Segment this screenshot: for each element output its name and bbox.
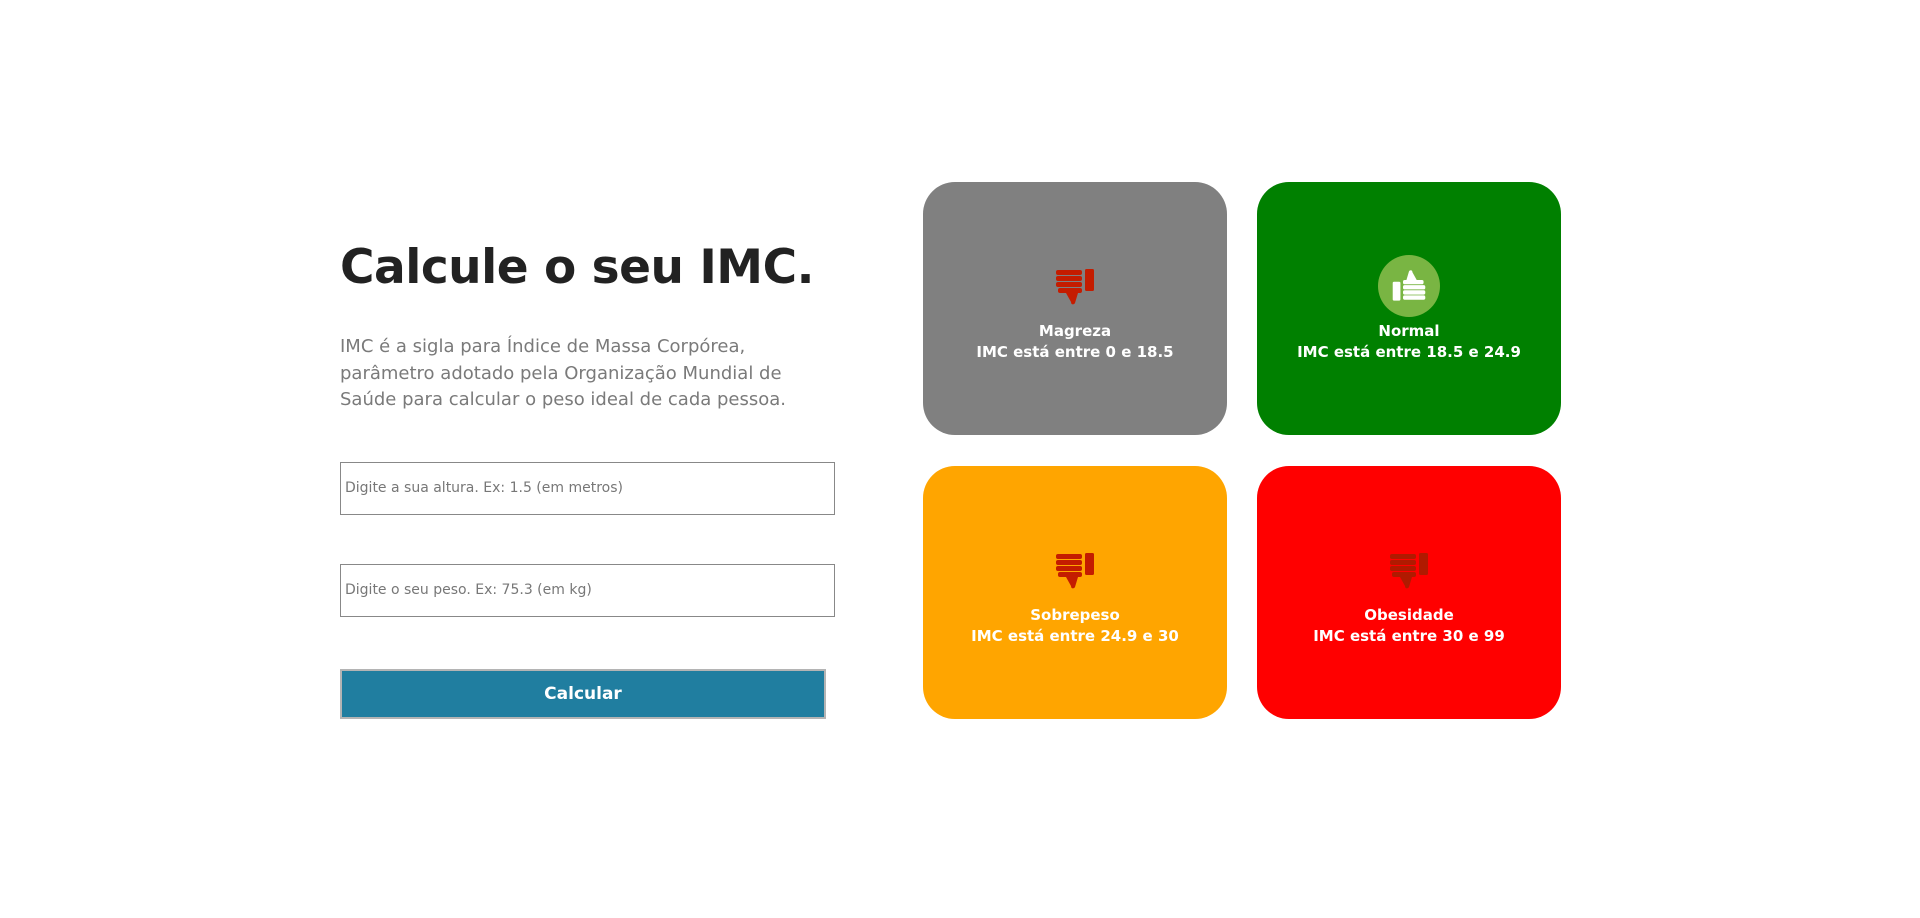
card-obesidade-label: Obesidade (1364, 605, 1454, 624)
card-normal: Normal IMC está entre 18.5 e 24.9 (1257, 182, 1561, 435)
card-obesidade-range: IMC está entre 30 e 99 (1313, 626, 1505, 645)
imc-levels-grid: Magreza IMC está entre 0 e 18.5 Normal I… (923, 182, 1563, 720)
card-sobrepeso-label: Sobrepeso (1030, 605, 1120, 624)
card-sobrepeso-range: IMC está entre 24.9 e 30 (971, 626, 1179, 645)
card-magreza: Magreza IMC está entre 0 e 18.5 (923, 182, 1227, 435)
altura-input[interactable] (340, 461, 835, 515)
peso-input[interactable] (340, 563, 835, 617)
card-sobrepeso: Sobrepeso IMC está entre 24.9 e 30 (923, 466, 1227, 719)
calculator-panel: Calcule o seu IMC. IMC é a sigla para Ín… (340, 240, 840, 719)
card-normal-label: Normal (1378, 321, 1440, 340)
thumbs-down-icon (1044, 539, 1106, 601)
card-obesidade: Obesidade IMC está entre 30 e 99 (1257, 466, 1561, 719)
card-magreza-range: IMC está entre 0 e 18.5 (976, 342, 1174, 361)
page-description: IMC é a sigla para Índice de Massa Corpó… (340, 336, 787, 411)
thumbs-down-icon (1378, 539, 1440, 601)
card-magreza-label: Magreza (1038, 321, 1112, 340)
page: Calcule o seu IMC. IMC é a sigla para Ín… (0, 0, 1920, 918)
calcular-button[interactable]: Calcular (340, 668, 826, 719)
card-normal-range: IMC está entre 18.5 e 24.9 (1297, 342, 1521, 361)
thumbs-up-icon (1378, 254, 1440, 317)
page-title: Calcule o seu IMC. (340, 240, 814, 295)
thumbs-down-icon (1044, 255, 1106, 317)
